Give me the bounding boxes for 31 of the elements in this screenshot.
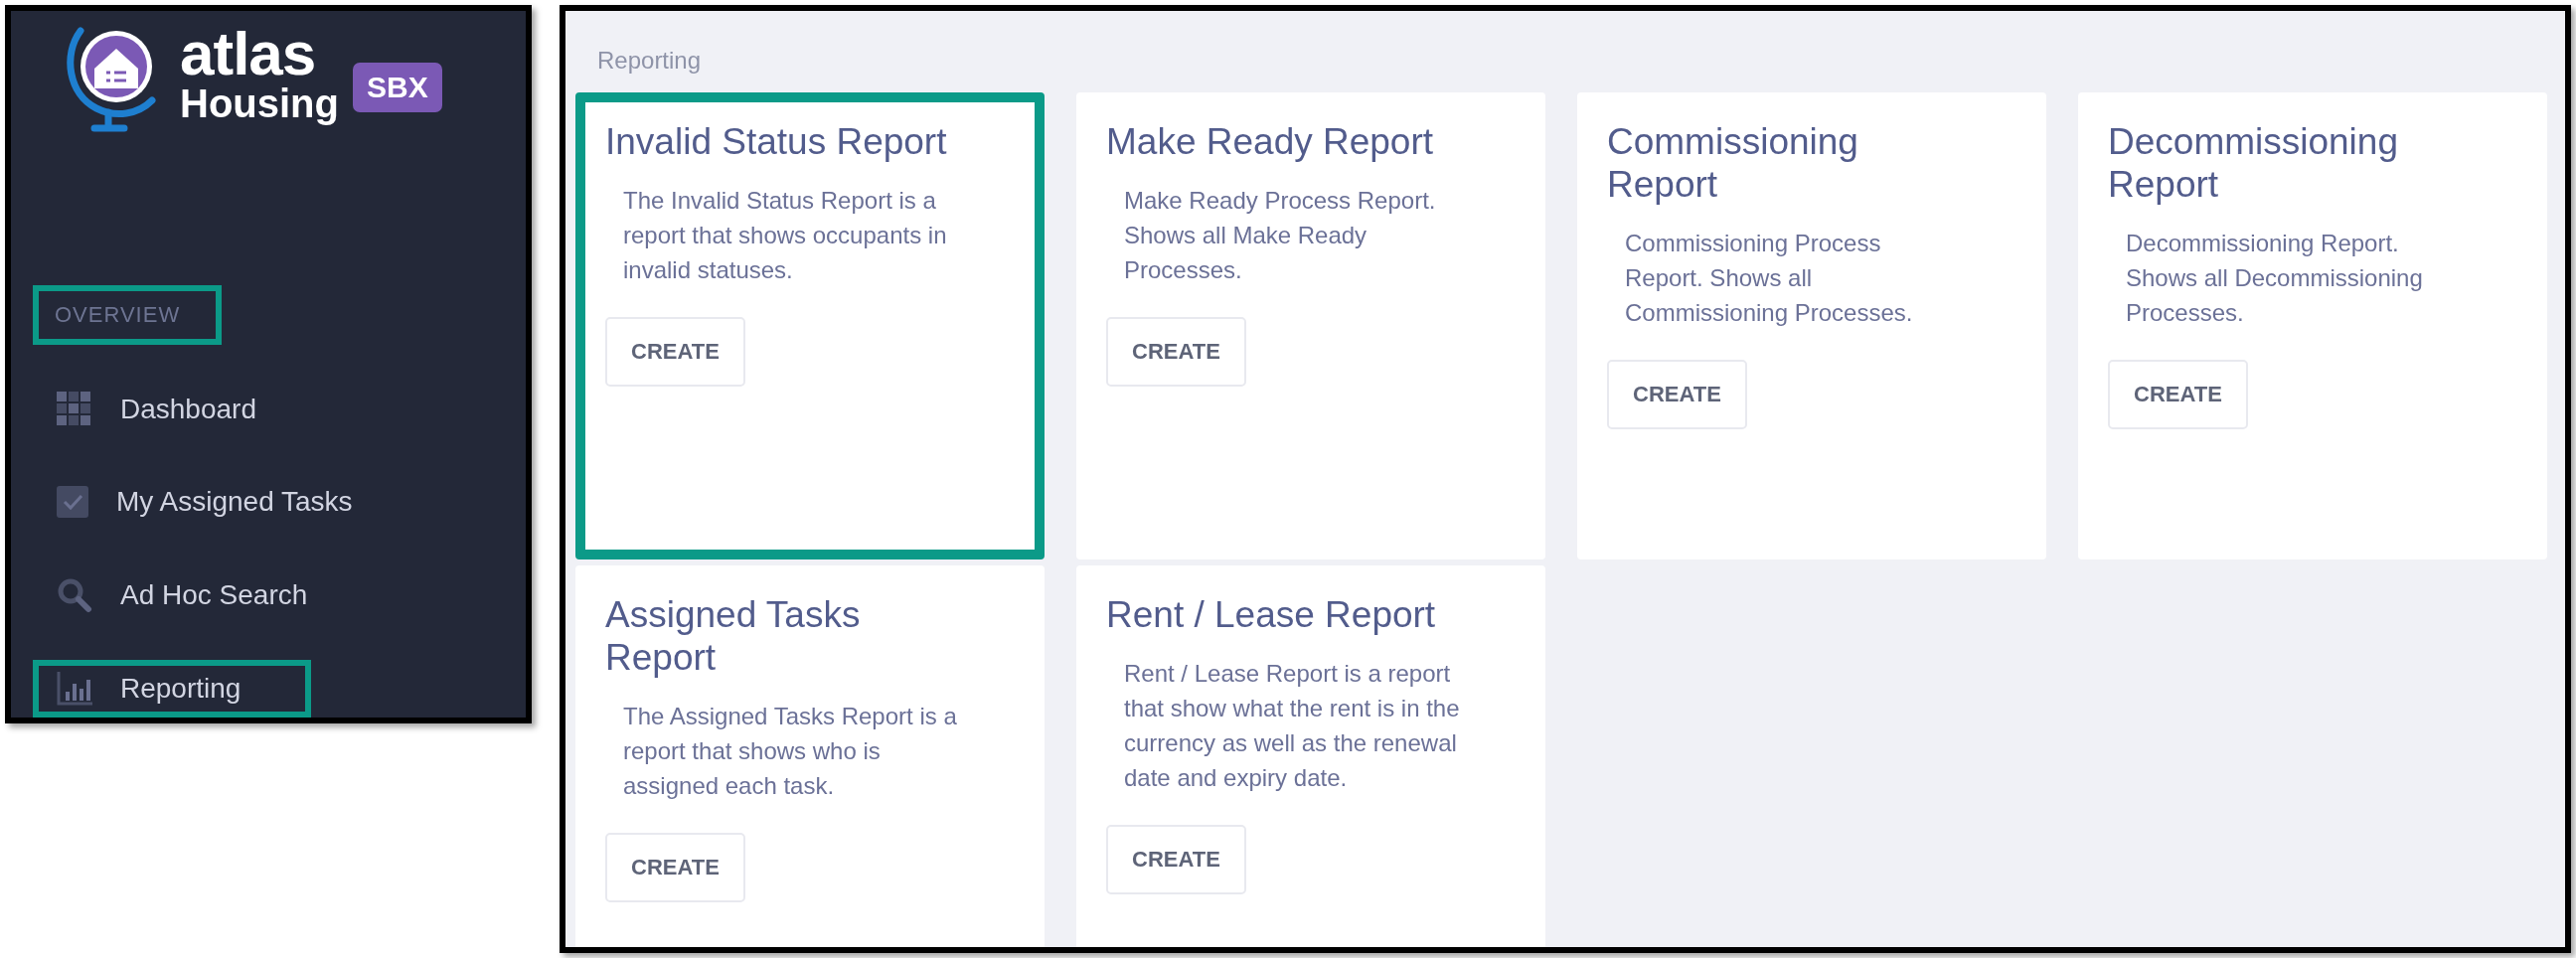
bar-chart-icon — [57, 672, 92, 707]
create-button[interactable]: CREATE — [605, 317, 745, 387]
card-description: Decommissioning Report. Shows all Decommissioning Processes. — [2125, 229, 2424, 328]
card-title: Rent / Lease Report — [1106, 593, 1436, 636]
create-button[interactable]: CREATE — [2108, 360, 2248, 429]
section-heading: OVERVIEW — [33, 285, 222, 345]
card-description: Rent / Lease Report is a report that show what the rent is in the currency as well as the renewal date and expiry date. — [1123, 659, 1461, 793]
nav-item[interactable]: Reporting — [33, 660, 311, 718]
card-description: Make Ready Process Report. Shows all Make Ready Processes. — [1123, 186, 1437, 285]
logo-subtitle: Housing — [180, 82, 339, 124]
card-title: Make Ready Report — [1106, 120, 1434, 163]
search-icon — [57, 577, 92, 614]
create-button[interactable]: CREATE — [1106, 825, 1246, 894]
environment-badge: SBX — [353, 63, 442, 112]
nav-item[interactable]: Ad Hoc Search — [33, 566, 470, 625]
create-button[interactable]: CREATE — [605, 833, 745, 902]
card-title: Commissioning Report — [1607, 120, 1859, 206]
create-button[interactable]: CREATE — [1106, 317, 1246, 387]
nav-item[interactable]: Dashboard — [33, 380, 470, 438]
card-description: The Assigned Tasks Report is a report that shows who is assigned each task. — [622, 702, 958, 801]
card-description: The Invalid Status Report is a report that shows occupants in invalid statuses. — [622, 186, 948, 285]
logo-wordmark: atlas — [180, 25, 317, 82]
create-button[interactable]: CREATE — [1607, 360, 1747, 429]
checkbox-icon — [57, 486, 88, 519]
grid-icon — [57, 391, 92, 427]
card-title: Assigned Tasks Report — [605, 593, 862, 679]
card-description: Commissioning Process Report. Shows all Commissioning Processes. — [1624, 229, 1914, 328]
card-title: Decommissioning Report — [2108, 120, 2399, 206]
card-title: Invalid Status Report — [605, 120, 947, 163]
page-heading: Reporting — [597, 47, 703, 75]
nav-item[interactable]: My Assigned Tasks — [33, 473, 470, 532]
